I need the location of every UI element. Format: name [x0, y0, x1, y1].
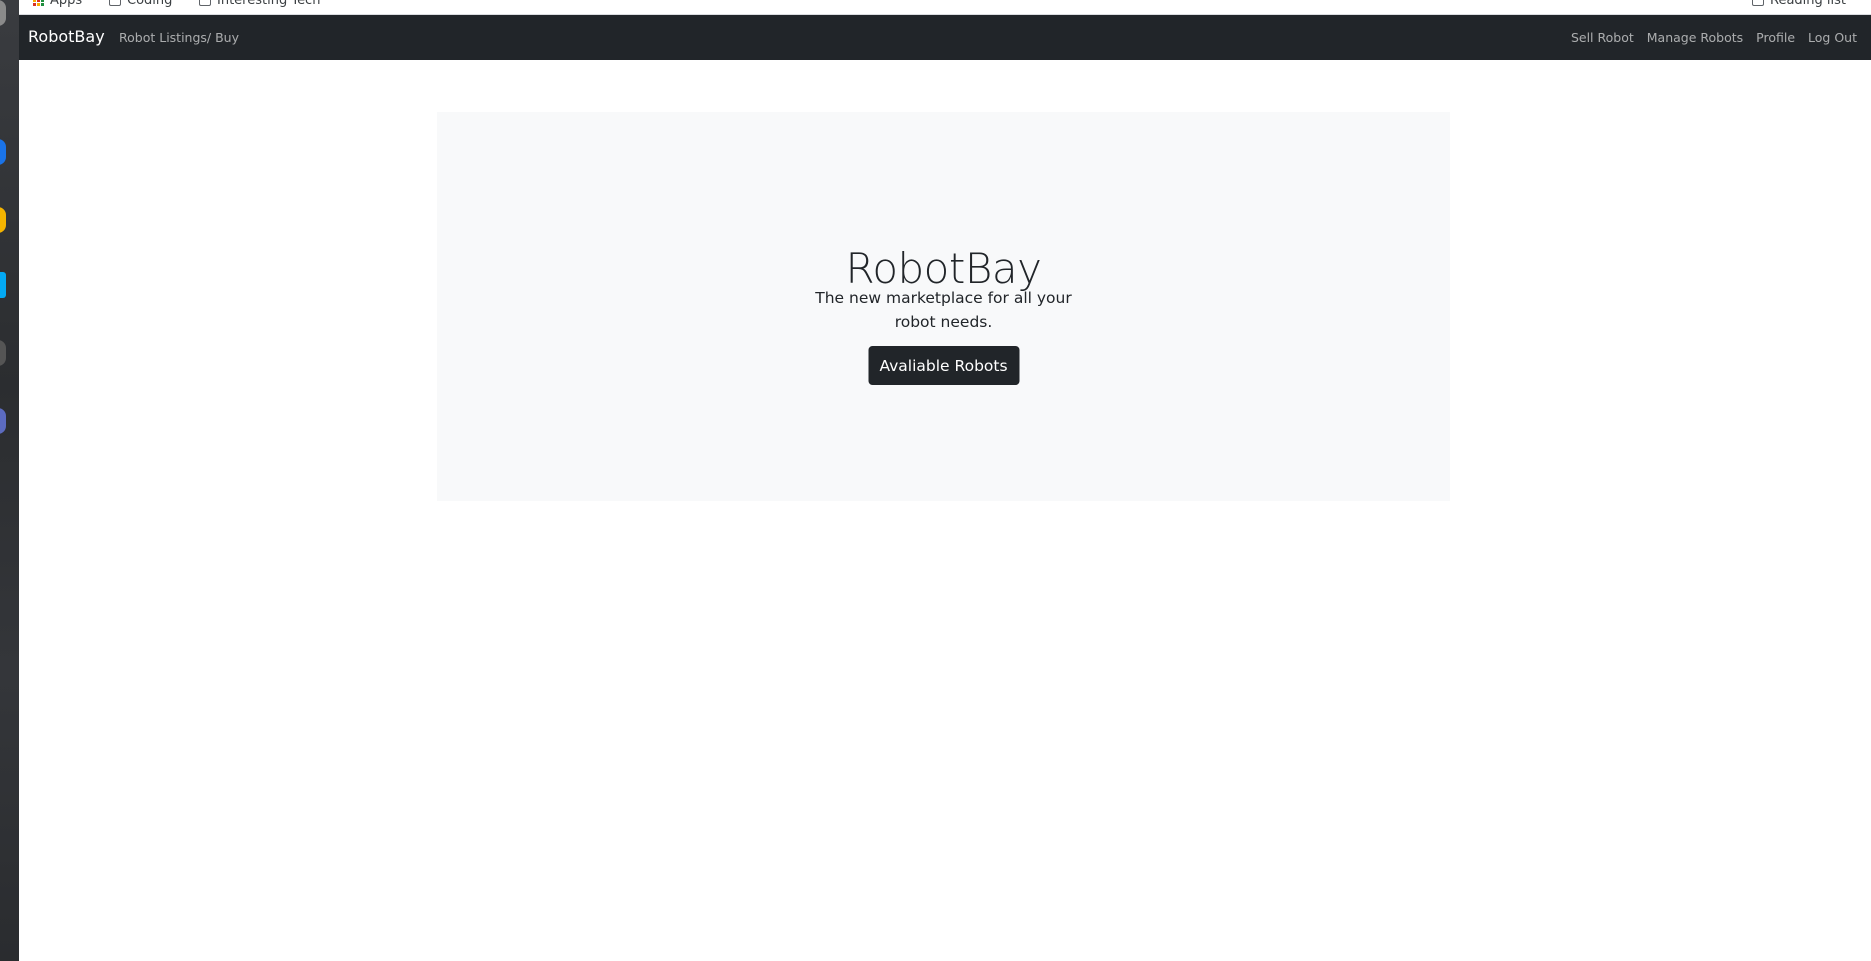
- nav-link-profile[interactable]: Profile: [1756, 30, 1795, 45]
- bookmark-label: Coding: [127, 0, 173, 8]
- reading-list[interactable]: Reading list: [1752, 0, 1846, 8]
- navbar-brand[interactable]: RobotBay: [28, 27, 105, 46]
- bookmark-label: Apps: [50, 0, 83, 8]
- navbar-right-links: Sell Robot Manage Robots Profile Log Out: [1571, 30, 1857, 45]
- nav-link-manage-robots[interactable]: Manage Robots: [1647, 30, 1743, 45]
- folder-icon: [109, 0, 121, 6]
- reading-list-icon: [1752, 0, 1764, 6]
- dock-app-icon[interactable]: [0, 139, 6, 165]
- navbar: RobotBay Robot Listings/ Buy Sell Robot …: [19, 15, 1871, 60]
- available-robots-button[interactable]: Avaliable Robots: [868, 346, 1019, 385]
- bookmark-coding[interactable]: Coding: [109, 0, 172, 8]
- web-page: RobotBay Robot Listings/ Buy Sell Robot …: [19, 15, 1871, 961]
- dock-app-icon[interactable]: [0, 0, 6, 26]
- dock-app-icon[interactable]: [0, 207, 6, 233]
- bookmark-apps[interactable]: Apps: [33, 0, 82, 8]
- desktop-dock: [0, 0, 19, 961]
- dock-app-icon[interactable]: [0, 340, 6, 366]
- hero-subtitle: The new marketplace for all your robot n…: [815, 289, 1072, 331]
- hero-section: RobotBay The new marketplace for all you…: [437, 112, 1450, 501]
- nav-link-sell-robot[interactable]: Sell Robot: [1571, 30, 1634, 45]
- nav-link-robot-listings[interactable]: Robot Listings/ Buy: [119, 30, 239, 45]
- bookmarks-bar: Apps Coding Interesting Tech Reading lis…: [19, 0, 1871, 15]
- screen: Apps Coding Interesting Tech Reading lis…: [0, 0, 1871, 961]
- dock-app-icon[interactable]: [0, 408, 6, 434]
- bookmark-label: Interesting Tech: [217, 0, 321, 8]
- dock-app-icon[interactable]: [0, 272, 6, 298]
- bookmark-interesting-tech[interactable]: Interesting Tech: [199, 0, 320, 8]
- nav-link-log-out[interactable]: Log Out: [1808, 30, 1857, 45]
- apps-grid-icon: [33, 0, 44, 6]
- reading-list-label: Reading list: [1770, 0, 1846, 8]
- folder-icon: [199, 0, 211, 6]
